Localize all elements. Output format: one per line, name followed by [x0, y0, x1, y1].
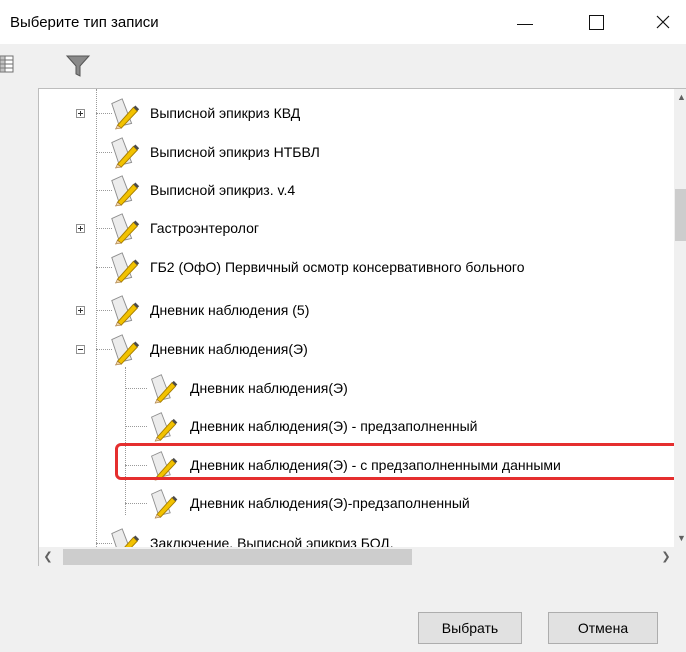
toolbar [0, 44, 686, 88]
document-edit-icon [151, 374, 178, 404]
tree-node-label: Заключение. Выписной эпикриз БОД. [150, 535, 394, 547]
tree-node-dnevnik-5[interactable]: Дневник наблюдения (5) [108, 291, 309, 329]
document-edit-icon [111, 175, 140, 207]
vertical-scrollbar[interactable]: ▲ ▼ [674, 89, 686, 547]
expand-toggle-plus-icon[interactable] [76, 306, 85, 315]
tree-connector [125, 388, 147, 389]
expand-toggle-plus-icon[interactable] [76, 224, 85, 233]
tree-node-label: Гастроэнтеролог [150, 220, 259, 236]
tree-node-label: ГБ2 (ОфО) Первичный осмотр консервативно… [150, 259, 525, 275]
tree-node-gastroenterolog[interactable]: Гастроэнтеролог [108, 209, 259, 247]
minimize-icon [517, 23, 533, 25]
document-edit-icon [151, 412, 178, 442]
tree-node-dnevnik-e-predzapolnenny-2[interactable]: Дневник наблюдения(Э)-предзаполненный [148, 484, 470, 522]
scroll-left-arrow-icon[interactable]: ❮ [39, 547, 57, 567]
tree-connector [125, 367, 126, 515]
tree-node-label: Выписной эпикриз. v.4 [150, 182, 296, 198]
document-edit-icon [111, 528, 140, 547]
document-edit-icon [111, 295, 140, 327]
document-edit-icon [111, 252, 140, 284]
select-button[interactable]: Выбрать [418, 612, 522, 644]
expand-toggle-plus-icon[interactable] [76, 109, 85, 118]
tree-node-gb2-osmotr[interactable]: ГБ2 (ОфО) Первичный осмотр консервативно… [108, 248, 524, 286]
close-button[interactable] [640, 0, 686, 44]
selection-highlight-box [115, 443, 674, 480]
collapse-toggle-minus-icon[interactable] [76, 345, 85, 354]
horizontal-scroll-thumb[interactable] [63, 549, 412, 565]
scroll-right-arrow-icon[interactable]: ❯ [657, 547, 675, 567]
tree-node-dnevnik-e-predzapolnenny[interactable]: Дневник наблюдения(Э) - предзаполненный [148, 407, 478, 445]
scroll-down-arrow-icon[interactable]: ▼ [674, 530, 686, 547]
document-edit-icon [111, 137, 140, 169]
tree-node-label: Дневник наблюдения(Э)-предзаполненный [190, 495, 470, 511]
cancel-button[interactable]: Отмена [548, 612, 658, 644]
document-edit-icon [111, 213, 140, 245]
document-edit-icon [111, 334, 140, 366]
horizontal-scrollbar[interactable]: ❮ ❯ [39, 547, 686, 567]
tree-node-dnevnik-e[interactable]: Дневник наблюдения(Э) [108, 330, 308, 368]
tree-node-vypisnoy-epikriz-v4[interactable]: Выписной эпикриз. v.4 [108, 171, 295, 209]
tree-node-zaklyuchenie-bod[interactable]: Заключение. Выписной эпикриз БОД. [108, 524, 394, 547]
maximize-button[interactable] [573, 0, 619, 44]
close-icon [656, 15, 670, 29]
window-title: Выберите тип записи [10, 14, 159, 31]
tree-node-label: Дневник наблюдения(Э) [150, 341, 308, 357]
grid-view-icon[interactable] [0, 52, 14, 76]
tree-content: Выписной эпикриз КВД Выписной эпикриз НТ… [39, 89, 674, 547]
maximize-icon [588, 14, 604, 30]
tree-connector [125, 426, 147, 427]
tree-node-label: Выписной эпикриз КВД [150, 105, 301, 121]
tree-node-dnevnik-e-child[interactable]: Дневник наблюдения(Э) [148, 369, 348, 407]
document-edit-icon [111, 98, 140, 130]
minimize-button[interactable] [502, 0, 548, 44]
tree-view[interactable]: Выписной эпикриз КВД Выписной эпикриз НТ… [38, 88, 686, 567]
tree-node-label: Дневник наблюдения(Э) - предзаполненный [190, 418, 478, 434]
tree-connector [96, 89, 97, 547]
tree-node-vypisnoy-epikriz-kvd[interactable]: Выписной эпикриз КВД [108, 94, 300, 132]
tree-node-label: Дневник наблюдения (5) [150, 302, 310, 318]
vertical-scroll-thumb[interactable] [675, 189, 686, 241]
document-edit-icon [151, 489, 178, 519]
tree-connector [125, 503, 147, 504]
tree-node-label: Дневник наблюдения(Э) [190, 380, 348, 396]
title-bar: Выберите тип записи [0, 0, 686, 44]
tree-node-vypisnoy-epikriz-ntbvl[interactable]: Выписной эпикриз НТБВЛ [108, 133, 320, 171]
scroll-up-arrow-icon[interactable]: ▲ [674, 89, 686, 106]
tree-node-label: Выписной эпикриз НТБВЛ [150, 144, 320, 160]
filter-icon[interactable] [64, 52, 92, 80]
